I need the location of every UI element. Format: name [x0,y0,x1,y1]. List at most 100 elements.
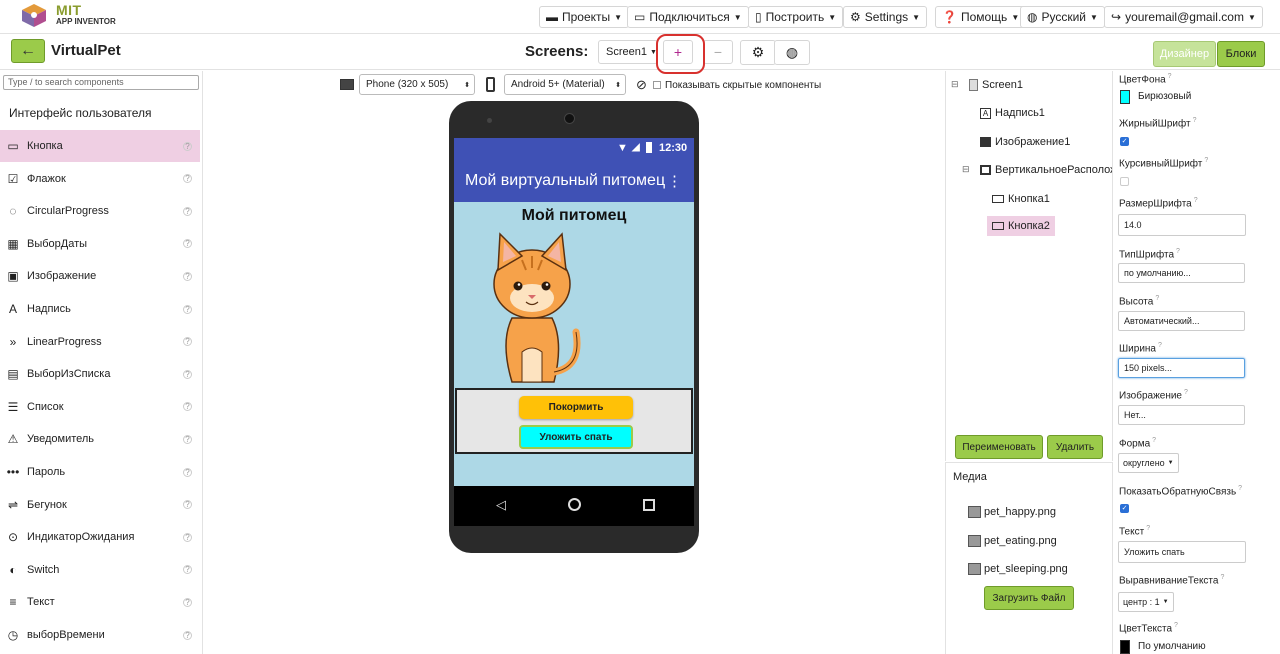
help-icon[interactable]: ? [183,630,192,640]
chevron-down-icon: ▼ [828,12,837,22]
collapse-icon[interactable]: ⊟ [951,79,959,90]
device-size-select[interactable]: Phone (320 x 505) ⬍ [359,74,475,95]
show-hidden-checkbox[interactable] [653,81,661,89]
connect-menu[interactable]: ▭ Подключиться ▼ [627,6,749,28]
remove-screen-button[interactable]: − [703,40,733,64]
palette-item[interactable]: ◷ выборВремени? [0,619,200,651]
text-color-swatch[interactable] [1120,640,1130,654]
help-icon[interactable]: ? [183,597,192,607]
app-screen[interactable]: ▼ ◢ 12:30 Мой виртуальный питомец ⋮ Мой … [454,138,694,486]
palette-item[interactable]: ◐ Switch? [0,554,200,586]
help-icon[interactable]: ? [183,304,192,314]
help-icon[interactable]: ? [183,500,192,510]
italic-checkbox[interactable] [1120,177,1129,186]
help-icon[interactable]: ? [183,174,192,184]
help-icon[interactable]: ? [183,141,192,151]
palette-item-label: CircularProgress [27,205,109,218]
help-icon[interactable]: ? [183,206,192,216]
properties-panel: ЦветФона? Бирюзовый ЖирныйШрифт? ✓ Курси… [1114,71,1280,654]
settings-menu[interactable]: ⚙ Settings ▼ [843,6,928,28]
delete-button[interactable]: Удалить [1047,435,1103,459]
blocks-button[interactable]: Блоки [1217,41,1265,67]
palette-item[interactable]: ◌ CircularProgress? [0,195,200,227]
palette-item[interactable]: ▭ Кнопка? [0,130,200,162]
shape-select[interactable]: округлено ▼ [1118,453,1179,473]
help-menu[interactable]: ❓ Помощь ▼ [935,6,1027,28]
collapse-icon[interactable]: ⊟ [962,164,970,175]
tree-item-image1[interactable]: Изображение1 [980,136,1070,148]
vertical-arrangement[interactable]: Покормить Уложить спать [455,388,693,454]
palette-item[interactable]: ⚠ Уведомитель? [0,423,200,455]
palette-item[interactable]: ▤ ВыборИзСписка? [0,358,200,390]
help-icon[interactable]: ? [183,271,192,281]
width-input[interactable]: 150 pixels... [1118,358,1245,378]
palette-item[interactable]: ▦ ВыборДаты? [0,228,200,260]
designer-button[interactable]: Дизайнер [1153,41,1216,67]
tree-item-button2[interactable]: Кнопка2 [987,216,1055,236]
help-icon[interactable]: ? [183,369,192,379]
palette-item[interactable]: ≡ Текст? [0,586,200,618]
button-icon [992,222,1004,230]
project-properties-button[interactable]: ⚙ [740,40,776,65]
font-type-input[interactable]: по умолчанию... [1118,263,1245,283]
cat-image[interactable] [482,232,582,384]
projects-menu[interactable]: ▬ Проекты ▼ [539,6,630,28]
tree-item-vertical-arrangement1[interactable]: ВертикальноеРасположение1 [980,164,1112,176]
feed-button[interactable]: Покормить [519,396,633,419]
top-bar: MIT APP INVENTOR ▬ Проекты ▼ ▭ Подключит… [0,0,1280,34]
upload-file-button[interactable]: Загрузить Файл [984,586,1074,610]
tree-item-screen1[interactable]: Screen1 [969,79,1023,91]
tree-item-button1[interactable]: Кнопка1 [992,193,1050,205]
palette-item[interactable]: ☑ Флажок? [0,163,200,195]
text-align-select[interactable]: центр : 1 ▼ [1118,592,1174,612]
help-icon[interactable]: ? [183,532,192,542]
pet-heading-label[interactable]: Мой питомец [454,207,694,225]
palette-item[interactable]: » LinearProgress? [0,326,200,358]
gears-icon: ⚙ [751,44,765,60]
help-icon[interactable]: ? [183,402,192,412]
language-menu[interactable]: ◍ Русский ▼ [1020,6,1105,28]
font-size-input[interactable]: 14.0 [1118,214,1246,236]
show-hidden-components[interactable]: Показывать скрытые компоненты [653,75,821,95]
height-input[interactable]: Автоматический... [1118,311,1245,331]
component-search-input[interactable]: Type / to search components [3,75,199,90]
tree-item-label: ВертикальноеРасположение1 [995,164,1112,176]
label-icon: A [980,107,991,119]
image-input[interactable]: Нет... [1118,405,1245,425]
build-menu[interactable]: ▯ Построить ▼ [748,6,844,28]
palette-item[interactable]: A Надпись? [0,293,200,325]
app-inventor-logo[interactable]: MIT APP INVENTOR [20,2,120,30]
palette-item[interactable]: ☰ Список? [0,391,200,423]
palette-category-user-interface[interactable]: Интерфейс пользователя [9,106,152,120]
media-file[interactable]: pet_happy.png [968,506,1056,518]
list-view-icon: ☰ [7,399,19,414]
preview-button[interactable]: ◍ [774,40,810,65]
background-color-value[interactable]: Бирюзовый [1138,91,1191,102]
logo-mark-icon [22,4,46,27]
help-icon[interactable]: ? [183,337,192,347]
help-icon[interactable]: ? [183,239,192,249]
textbox-icon: ≡ [9,595,17,610]
sleep-button[interactable]: Уложить спать [519,425,633,449]
back-button[interactable]: ← [11,39,45,63]
bold-checkbox[interactable]: ✓ [1120,137,1129,146]
background-color-swatch[interactable] [1120,90,1130,104]
media-file[interactable]: pet_eating.png [968,535,1057,547]
text-color-value[interactable]: По умолчанию [1138,641,1206,652]
rename-button[interactable]: Переименовать [955,435,1043,459]
help-icon[interactable]: ? [183,434,192,444]
feedback-checkbox[interactable]: ✓ [1120,504,1129,513]
palette-item[interactable]: ⊙ ИндикаторОжидания? [0,521,200,553]
account-menu[interactable]: ↪ youremail@gmail.com ▼ [1104,6,1263,28]
theme-select[interactable]: Android 5+ (Material) ⬍ [504,74,626,95]
help-icon[interactable]: ? [183,565,192,575]
prop-shape-label: Форма? [1119,437,1157,450]
media-file[interactable]: pet_sleeping.png [968,563,1068,575]
tree-item-label1[interactable]: A Надпись1 [980,107,1045,119]
help-icon[interactable]: ? [183,467,192,477]
palette-item[interactable]: ••• Пароль? [0,456,200,488]
screen-select[interactable]: Screen1 ▼ [598,40,658,64]
text-input[interactable]: Уложить спать [1118,541,1246,563]
palette-item[interactable]: ⇌ Бегунок? [0,489,200,521]
palette-item[interactable]: ▣ Изображение? [0,260,200,292]
